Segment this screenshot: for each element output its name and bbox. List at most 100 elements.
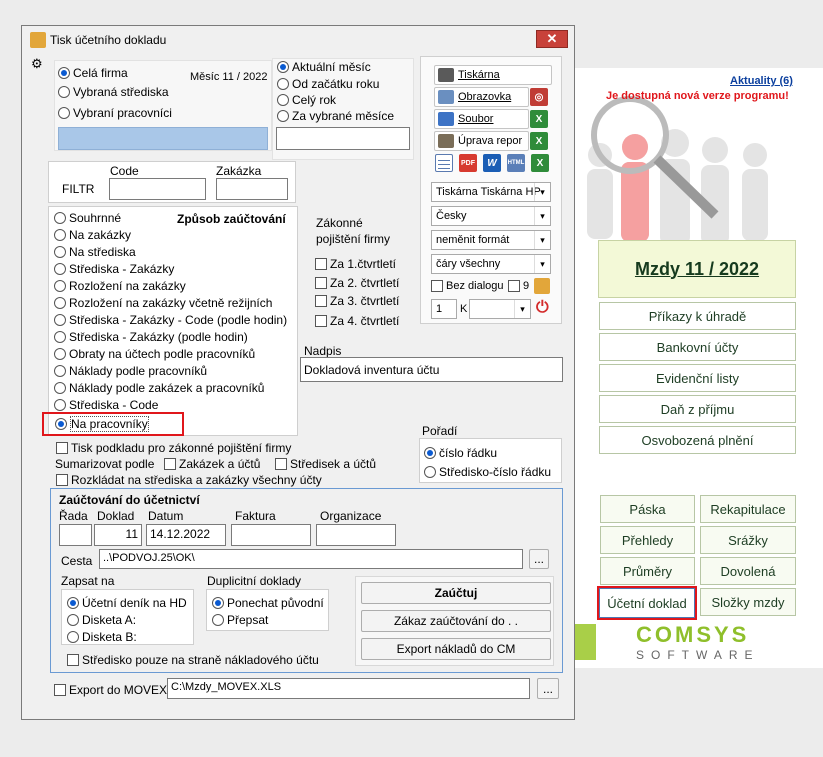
radio-order-line[interactable]: číslo řádku bbox=[424, 446, 497, 460]
menu-payment-orders[interactable]: Příkazy k úhradě bbox=[599, 302, 796, 330]
rada-input[interactable] bbox=[59, 524, 92, 546]
grid-averages[interactable]: Průměry bbox=[600, 557, 695, 585]
radio-period-year[interactable]: Celý rok bbox=[277, 93, 336, 107]
radio-method-turnover[interactable]: Obraty na účtech podle pracovníků bbox=[54, 347, 255, 361]
radio-period-current[interactable]: Aktuální měsíc bbox=[277, 60, 371, 74]
radio-scope-centers[interactable]: Vybraná střediska bbox=[58, 85, 169, 99]
screen-button[interactable]: Obrazovka bbox=[434, 87, 529, 107]
export-costs-button[interactable]: Export nákladů do CM bbox=[361, 638, 551, 660]
html-icon[interactable]: HTML bbox=[507, 154, 525, 172]
path-input[interactable]: ..\PODVOJ.25\OK\ bbox=[99, 549, 523, 569]
radio-method-centers[interactable]: Na střediska bbox=[54, 245, 136, 259]
radio-method-costs-workers[interactable]: Náklady podle pracovníků bbox=[54, 364, 207, 378]
no-dialog-checkbox[interactable]: Bez dialogu bbox=[431, 280, 504, 292]
radio-method-costs-orders-workers[interactable]: Náklady podle zakázek a pracovníků bbox=[54, 381, 264, 395]
movex-path-input[interactable]: C:\Mzdy_MOVEX.XLS bbox=[167, 678, 530, 699]
gear-icon[interactable]: ⚙ bbox=[31, 56, 43, 72]
k-select[interactable]: ▾ bbox=[469, 299, 531, 319]
people-illustration bbox=[587, 96, 768, 245]
radio-method-workers[interactable]: Na pracovníky bbox=[42, 412, 184, 436]
window-title: Tisk účetního dokladu bbox=[50, 33, 167, 47]
organizace-input[interactable] bbox=[316, 524, 396, 546]
checkbox-q3[interactable]: Za 3. čtvrtletí bbox=[315, 294, 399, 308]
months-input[interactable] bbox=[276, 127, 410, 150]
radio-scope-workers[interactable]: Vybraní pracovníci bbox=[58, 106, 172, 120]
radio-zapsat-hd[interactable]: Účetní deník na HD bbox=[67, 596, 187, 610]
code-input[interactable] bbox=[109, 178, 206, 200]
copies-spinner[interactable]: 1 bbox=[431, 299, 457, 319]
pdf-icon[interactable]: PDF bbox=[459, 154, 477, 172]
grid-deductions[interactable]: Srážky bbox=[700, 526, 796, 554]
forbid-booking-button[interactable]: Zákaz zaúčtování do . . bbox=[361, 610, 551, 632]
movex-checkbox[interactable]: Export do MOVEX bbox=[54, 683, 167, 697]
printer-button[interactable]: Tiskárna bbox=[434, 65, 552, 85]
lines-select[interactable]: čáry všechny ▾ bbox=[431, 254, 551, 274]
radio-order-center-line[interactable]: Středisko-číslo řádku bbox=[424, 465, 551, 479]
radio-dup-keep[interactable]: Ponechat původní bbox=[212, 596, 324, 610]
radio-method-centers-code[interactable]: Střediska - Code bbox=[54, 398, 158, 412]
radio-method-orders[interactable]: Na zakázky bbox=[54, 228, 131, 242]
radio-method-split-orders[interactable]: Rozložení na zakázky bbox=[54, 279, 186, 293]
screen-options-icon[interactable]: ◎ bbox=[530, 88, 548, 106]
close-button[interactable]: ✕ bbox=[536, 30, 568, 48]
excel-icon[interactable]: X bbox=[530, 110, 548, 128]
split-checkbox[interactable]: Rozkládat na střediska a zakázky všechny… bbox=[56, 473, 322, 487]
book-button[interactable]: Zaúčtuj bbox=[361, 582, 551, 604]
grid-recap[interactable]: Rekapitulace bbox=[700, 495, 796, 523]
wrench-icon[interactable] bbox=[534, 278, 550, 294]
language-select[interactable]: Česky ▾ bbox=[431, 206, 551, 226]
radio-dup-overwrite[interactable]: Přepsat bbox=[212, 613, 268, 627]
excel-edit-icon[interactable]: X bbox=[530, 132, 548, 150]
menu-records[interactable]: Evidenční listy bbox=[599, 364, 796, 392]
radio-period-ytd[interactable]: Od začátku roku bbox=[277, 77, 379, 91]
edit-report-button[interactable]: Úprava repor bbox=[434, 131, 529, 151]
grid-accounting-doc[interactable]: Účetní doklad bbox=[599, 588, 695, 618]
grid-overviews[interactable]: Přehledy bbox=[600, 526, 695, 554]
radio-period-selected[interactable]: Za vybrané měsíce bbox=[277, 109, 394, 123]
heading-label: Nadpis bbox=[304, 344, 342, 358]
grid-icon[interactable] bbox=[435, 154, 453, 172]
booking-method-heading: Způsob zaúčtování bbox=[177, 212, 286, 226]
grid-salary-components[interactable]: Složky mzdy bbox=[700, 588, 796, 616]
news-link[interactable]: Aktuality (6) bbox=[730, 75, 793, 87]
heading-input[interactable]: Dokladová inventura účtu bbox=[300, 357, 563, 382]
menu-bank-accounts[interactable]: Bankovní účty bbox=[599, 333, 796, 361]
format-select[interactable]: neměnit formát ▾ bbox=[431, 230, 551, 250]
radio-zapsat-b[interactable]: Disketa B: bbox=[67, 630, 137, 644]
by-orders-checkbox[interactable]: Zakázek a účtů bbox=[164, 457, 260, 471]
faktura-input[interactable] bbox=[231, 524, 311, 546]
path-browse-button[interactable]: ... bbox=[529, 549, 549, 569]
menu-income-tax[interactable]: Daň z příjmu bbox=[599, 395, 796, 423]
checkbox-q2[interactable]: Za 2. čtvrtletí bbox=[315, 276, 399, 290]
menu-exempt-income[interactable]: Osvobozená plnění bbox=[599, 426, 796, 454]
grid-vacation[interactable]: Dovolená bbox=[700, 557, 796, 585]
movex-browse-button[interactable]: ... bbox=[537, 678, 559, 699]
selection-bar[interactable] bbox=[58, 127, 268, 150]
radio-method-centers-orders[interactable]: Střediska - Zakázky bbox=[54, 262, 174, 276]
new-version-notice[interactable]: Je dostupná nová verze programu! bbox=[606, 90, 789, 102]
chevron-down-icon: ▾ bbox=[534, 255, 550, 273]
radio-method-split-overhead[interactable]: Rozložení na zakázky včetně režijních bbox=[54, 296, 272, 310]
zakazka-input[interactable] bbox=[216, 178, 288, 200]
radio-scope-whole[interactable]: Celá firma bbox=[58, 66, 128, 80]
printer-select[interactable]: Tiskárna Tiskárna HP ▾ bbox=[431, 182, 551, 202]
word-icon[interactable]: W bbox=[483, 154, 501, 172]
excel-export-icon[interactable]: X bbox=[531, 154, 549, 172]
nine-checkbox[interactable]: 9 bbox=[508, 280, 529, 292]
radio-method-code-hours[interactable]: Střediska - Zakázky - Code (podle hodin) bbox=[54, 313, 287, 327]
file-button[interactable]: Soubor bbox=[434, 109, 529, 129]
doklad-input[interactable]: 11 bbox=[94, 524, 142, 546]
print-basis-checkbox[interactable]: Tisk podkladu pro zákonné pojištění firm… bbox=[56, 441, 291, 455]
radio-method-hours[interactable]: Střediska - Zakázky (podle hodin) bbox=[54, 330, 248, 344]
by-centers-checkbox[interactable]: Středisek a účtů bbox=[275, 457, 376, 471]
zakazka-label: Zakázka bbox=[216, 164, 262, 178]
center-only-checkbox[interactable]: Středisko pouze na straně nákladového úč… bbox=[67, 653, 319, 667]
radio-zapsat-a[interactable]: Disketa A: bbox=[67, 613, 136, 627]
chevron-down-icon: ▾ bbox=[534, 183, 550, 201]
checkbox-q4[interactable]: Za 4. čtvrtletí bbox=[315, 314, 399, 328]
grid-paska[interactable]: Páska bbox=[600, 495, 695, 523]
power-icon[interactable]: ⏻ bbox=[536, 299, 549, 317]
checkbox-q1[interactable]: Za 1.čtvrtletí bbox=[315, 257, 396, 271]
date-input[interactable]: 14.12.2022 bbox=[146, 524, 226, 546]
radio-method-summary[interactable]: Souhrnné bbox=[54, 211, 121, 225]
